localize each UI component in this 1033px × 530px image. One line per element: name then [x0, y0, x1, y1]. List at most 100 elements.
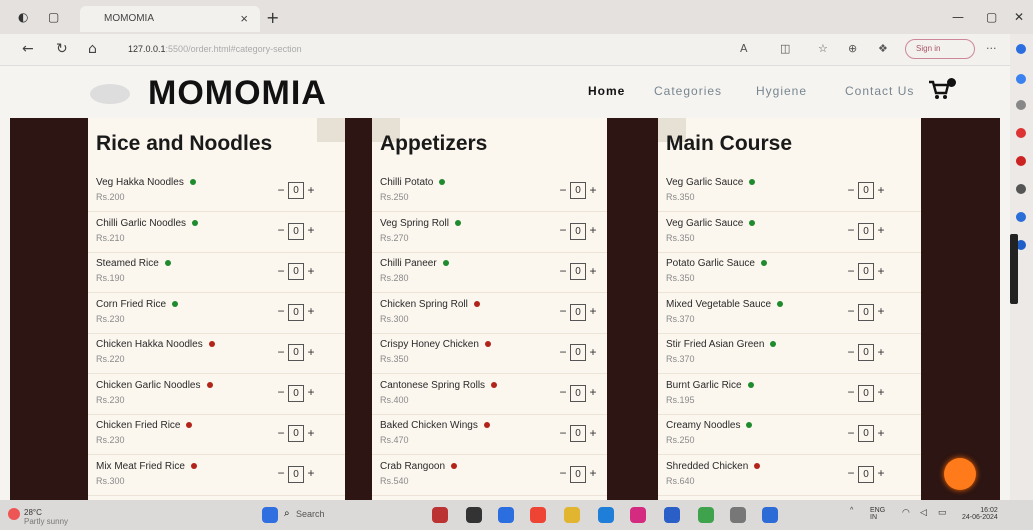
cart-button[interactable] [928, 78, 956, 102]
decrease-button[interactable]: − [846, 466, 856, 480]
clock[interactable]: 16:02 24-06-2024 [962, 507, 998, 521]
more-menu-icon[interactable]: ··· [986, 42, 997, 55]
quantity-field[interactable]: 0 [288, 303, 304, 321]
decrease-button[interactable]: − [276, 304, 286, 318]
maximize-icon[interactable]: ▢ [986, 10, 997, 24]
increase-button[interactable]: + [306, 264, 316, 278]
quantity-field[interactable]: 0 [288, 425, 304, 442]
increase-button[interactable]: + [876, 264, 886, 278]
taskbar-search[interactable]: Search [296, 509, 325, 519]
scroll-top-button[interactable] [944, 458, 976, 490]
battery-icon[interactable]: ▭ [938, 507, 947, 518]
increase-button[interactable]: + [306, 183, 316, 197]
quantity-field[interactable]: 0 [288, 182, 304, 199]
quantity-field[interactable]: 0 [570, 384, 586, 402]
decrease-button[interactable]: − [276, 385, 286, 399]
decrease-button[interactable]: − [846, 304, 856, 318]
taskbar-app-icon[interactable] [762, 507, 778, 523]
quantity-field[interactable]: 0 [858, 425, 874, 442]
taskbar-app-icon[interactable] [466, 507, 482, 523]
decrease-button[interactable]: − [558, 426, 568, 440]
decrease-button[interactable]: − [276, 466, 286, 480]
close-window-icon[interactable]: ✕ [1014, 10, 1024, 24]
file-explorer-icon[interactable] [564, 507, 580, 523]
quantity-field[interactable]: 0 [858, 182, 874, 199]
increase-button[interactable]: + [876, 426, 886, 440]
decrease-button[interactable]: − [558, 264, 568, 278]
refresh-icon[interactable]: ↻ [56, 41, 68, 57]
increase-button[interactable]: + [588, 264, 598, 278]
taskbar-app-icon[interactable] [432, 507, 448, 523]
minimize-icon[interactable]: — [952, 10, 964, 24]
increase-button[interactable]: + [588, 426, 598, 440]
decrease-button[interactable]: − [846, 345, 856, 359]
increase-button[interactable]: + [306, 426, 316, 440]
start-icon[interactable] [262, 507, 278, 523]
sidebar-app-icon[interactable] [1016, 184, 1026, 194]
decrease-button[interactable]: − [558, 304, 568, 318]
increase-button[interactable]: + [876, 183, 886, 197]
quantity-field[interactable]: 0 [570, 425, 586, 442]
increase-button[interactable]: + [876, 345, 886, 359]
decrease-button[interactable]: − [846, 426, 856, 440]
increase-button[interactable]: + [588, 466, 598, 480]
decrease-button[interactable]: − [558, 223, 568, 237]
taskbar-app-icon[interactable] [630, 507, 646, 523]
edge-icon[interactable] [598, 507, 614, 523]
home-icon[interactable]: ⌂ [88, 41, 97, 57]
new-tab-button[interactable]: + [266, 8, 279, 27]
quantity-field[interactable]: 0 [858, 384, 874, 402]
quantity-field[interactable]: 0 [570, 465, 586, 483]
decrease-button[interactable]: − [276, 264, 286, 278]
quantity-field[interactable]: 0 [858, 344, 874, 361]
quantity-field[interactable]: 0 [858, 303, 874, 321]
quantity-field[interactable]: 0 [858, 465, 874, 483]
search-icon[interactable] [1016, 100, 1026, 110]
decrease-button[interactable]: − [846, 264, 856, 278]
signin-button[interactable]: Sign in [905, 39, 975, 59]
increase-button[interactable]: + [876, 223, 886, 237]
favorite-icon[interactable]: ☆ [818, 42, 828, 55]
quantity-field[interactable]: 0 [570, 303, 586, 321]
quantity-field[interactable]: 0 [570, 344, 586, 361]
collections-icon[interactable]: ❖ [878, 42, 888, 55]
quantity-field[interactable]: 0 [570, 263, 586, 280]
decrease-button[interactable]: − [558, 466, 568, 480]
taskbar-app-icon[interactable] [498, 507, 514, 523]
nav-hygiene[interactable]: Hygiene [756, 84, 807, 98]
close-tab-icon[interactable]: × [240, 11, 248, 26]
nav-home[interactable]: Home [588, 84, 625, 98]
back-icon[interactable]: ← [22, 41, 34, 57]
nav-categories[interactable]: Categories [654, 84, 722, 98]
taskbar-app-icon[interactable] [698, 507, 714, 523]
profile-icon[interactable]: ◐ [18, 10, 28, 24]
volume-icon[interactable]: ◁ [920, 507, 927, 518]
extensions-icon[interactable]: ⊕ [848, 42, 857, 55]
increase-button[interactable]: + [588, 304, 598, 318]
decrease-button[interactable]: − [276, 183, 286, 197]
weather-widget[interactable]: 28°C Partly sunny [24, 508, 68, 526]
vscode-icon[interactable] [664, 507, 680, 523]
quantity-field[interactable]: 0 [288, 344, 304, 361]
decrease-button[interactable]: − [558, 385, 568, 399]
quantity-field[interactable]: 0 [288, 384, 304, 402]
increase-button[interactable]: + [588, 385, 598, 399]
decrease-button[interactable]: − [558, 345, 568, 359]
tray-chevron-icon[interactable]: ^ [850, 507, 853, 514]
increase-button[interactable]: + [306, 345, 316, 359]
quantity-field[interactable]: 0 [288, 222, 304, 240]
decrease-button[interactable]: − [276, 426, 286, 440]
decrease-button[interactable]: − [558, 183, 568, 197]
decrease-button[interactable]: − [846, 183, 856, 197]
reader-icon[interactable]: ◫ [780, 42, 790, 55]
decrease-button[interactable]: − [846, 385, 856, 399]
sidebar-app-icon[interactable] [1016, 74, 1026, 84]
language-indicator[interactable]: ENG IN [870, 507, 885, 521]
increase-button[interactable]: + [588, 223, 598, 237]
read-aloud-icon[interactable]: A [740, 42, 748, 55]
increase-button[interactable]: + [306, 385, 316, 399]
increase-button[interactable]: + [876, 385, 886, 399]
increase-button[interactable]: + [876, 304, 886, 318]
browser-tab[interactable]: MOMOMIA × [80, 6, 260, 32]
quantity-field[interactable]: 0 [858, 263, 874, 280]
